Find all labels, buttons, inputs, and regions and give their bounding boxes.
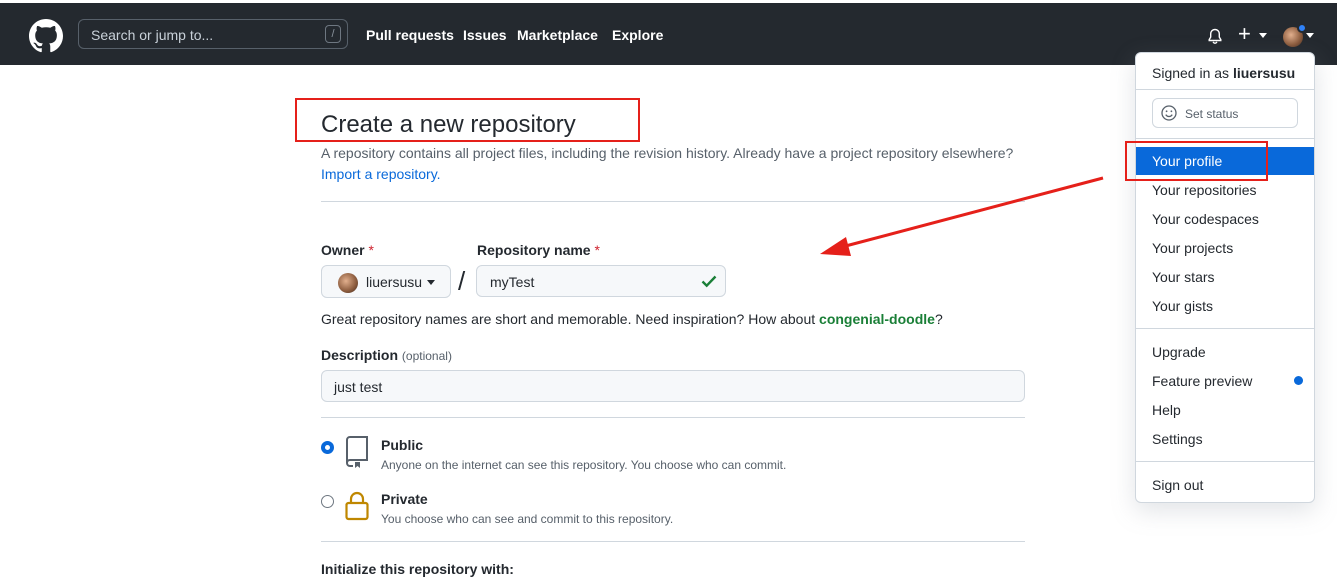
divider — [321, 201, 1025, 202]
radio-public[interactable] — [321, 441, 334, 454]
github-logo-icon[interactable] — [29, 19, 63, 53]
menu-feature-preview[interactable]: Feature preview — [1136, 367, 1314, 395]
repository-name-value: myTest — [490, 274, 535, 290]
menu-divider — [1136, 138, 1314, 139]
owner-avatar — [338, 273, 358, 293]
search-input[interactable]: Search or jump to... / — [78, 19, 348, 49]
description-value: just test — [334, 379, 383, 395]
repo-name-label: Repository name * — [477, 242, 600, 258]
repository-name-input[interactable]: myTest — [476, 265, 726, 297]
menu-your-projects[interactable]: Your projects — [1136, 234, 1314, 262]
notifications-bell-icon[interactable] — [1207, 28, 1223, 45]
nav-pull-requests[interactable]: Pull requests — [366, 27, 454, 43]
repo-book-icon — [346, 436, 368, 468]
nav-marketplace[interactable]: Marketplace — [517, 27, 598, 43]
lock-icon — [345, 491, 369, 521]
feature-preview-dot — [1294, 376, 1303, 385]
hint-suffix: ? — [934, 311, 943, 327]
set-status-button[interactable]: Set status — [1152, 98, 1298, 128]
owner-label-text: Owner — [321, 242, 365, 258]
smiley-icon — [1161, 105, 1177, 121]
create-new-plus-icon[interactable]: + — [1238, 23, 1251, 45]
signed-in-label: Signed in as — [1152, 65, 1230, 81]
menu-divider — [1136, 461, 1314, 462]
menu-help[interactable]: Help — [1136, 396, 1314, 424]
initialize-heading: Initialize this repository with: — [321, 561, 514, 577]
owner-repo-separator: / — [458, 266, 466, 296]
menu-your-codespaces[interactable]: Your codespaces — [1136, 205, 1314, 233]
public-title: Public — [381, 437, 424, 453]
description-label-text: Description — [321, 347, 399, 363]
set-status-label: Set status — [1185, 107, 1239, 121]
public-desc: Anyone on the internet can see this repo… — [381, 458, 787, 472]
search-shortcut-key: / — [325, 25, 341, 43]
required-mark: * — [368, 242, 374, 258]
menu-divider — [1136, 89, 1314, 90]
signed-in-username: liuersusu — [1232, 65, 1296, 81]
menu-sign-out[interactable]: Sign out — [1136, 471, 1314, 499]
menu-upgrade[interactable]: Upgrade — [1136, 338, 1314, 366]
name-suggestion-link[interactable]: congenial-doodle — [819, 311, 935, 327]
nav-issues[interactable]: Issues — [463, 27, 507, 43]
user-dropdown-menu: Signed in as liuersusu Set status Your p… — [1135, 52, 1315, 503]
owner-label: Owner * — [321, 242, 374, 258]
repo-name-hint: Great repository names are short and mem… — [321, 311, 943, 327]
annotation-box-profile — [1125, 141, 1268, 181]
page-subtitle: A repository contains all project files,… — [321, 145, 1014, 161]
signed-in-as: Signed in as liuersusu — [1152, 65, 1295, 81]
description-label: Description (optional) — [321, 347, 452, 363]
avatar-caret-icon[interactable] — [1306, 33, 1314, 38]
avatar-status-dot — [1297, 23, 1307, 33]
hint-text: Great repository names are short and mem… — [321, 311, 820, 327]
menu-your-stars[interactable]: Your stars — [1136, 263, 1314, 291]
required-mark: * — [594, 242, 600, 258]
radio-private[interactable] — [321, 495, 334, 508]
annotation-box-title — [295, 98, 640, 142]
divider — [321, 541, 1025, 542]
owner-select[interactable]: liuersusu — [321, 265, 451, 298]
repo-name-label-text: Repository name — [477, 242, 591, 258]
menu-settings[interactable]: Settings — [1136, 425, 1314, 453]
chevron-down-icon — [427, 280, 435, 285]
divider — [321, 417, 1025, 418]
menu-your-gists[interactable]: Your gists — [1136, 292, 1314, 320]
menu-divider — [1136, 328, 1314, 329]
private-desc: You choose who can see and commit to thi… — [381, 512, 674, 526]
nav-explore[interactable]: Explore — [612, 27, 663, 43]
description-input[interactable]: just test — [321, 370, 1025, 402]
import-repository-link[interactable]: Import a repository. — [321, 166, 441, 182]
owner-value: liuersusu — [366, 274, 423, 290]
create-new-caret-icon[interactable] — [1259, 33, 1267, 38]
search-placeholder: Search or jump to... — [91, 27, 214, 43]
check-icon — [701, 275, 717, 288]
private-title: Private — [381, 491, 428, 507]
optional-note: (optional) — [401, 349, 452, 363]
